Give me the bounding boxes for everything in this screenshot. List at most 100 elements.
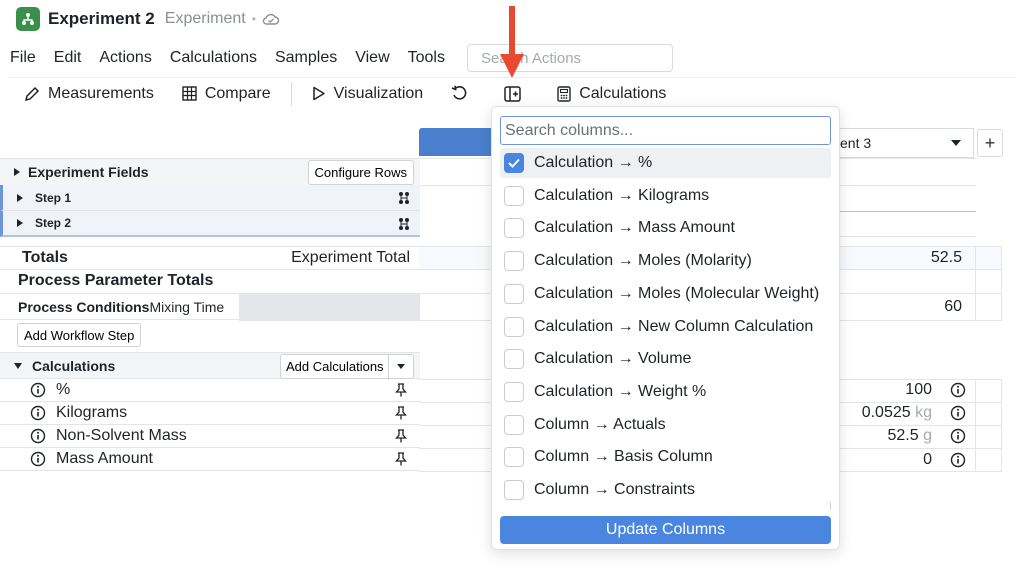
step-label: Step 1	[35, 190, 72, 205]
calculations-label: Calculations	[579, 84, 667, 102]
add-calculations-dropdown[interactable]	[388, 354, 414, 379]
pin-icon[interactable]	[395, 383, 407, 397]
mixing-time-label: Mixing Time	[149, 298, 225, 315]
caret-right-icon[interactable]	[17, 219, 23, 227]
calculations-button[interactable]: Calculations	[543, 78, 680, 110]
column-option[interactable]: Calculation → Mass Amount	[500, 213, 831, 243]
column-option[interactable]: Calculation → %	[500, 148, 831, 178]
info-icon[interactable]	[950, 405, 966, 421]
info-icon[interactable]	[950, 382, 966, 398]
menu-bar: File Edit Actions Calculations Samples V…	[0, 42, 463, 74]
checkbox[interactable]	[504, 480, 524, 500]
workflow-icon[interactable]	[397, 217, 411, 231]
column-option[interactable]: Calculation → Volume	[500, 344, 831, 374]
grid-line	[975, 246, 976, 320]
add-workflow-step-button[interactable]: Add Workflow Step	[17, 323, 142, 347]
caret-down-icon	[951, 140, 961, 146]
column-option-label: Calculation → Volume	[534, 350, 692, 368]
column-option[interactable]: Column → Constraints	[500, 475, 831, 505]
column-option-label: Calculation → Moles (Molecular Weight)	[534, 284, 820, 302]
grid-line	[838, 236, 976, 237]
calculation-label: Non-Solvent Mass	[56, 427, 187, 444]
checkbox[interactable]	[504, 316, 524, 337]
checkbox[interactable]	[504, 447, 524, 468]
add-column-button[interactable]	[490, 78, 543, 110]
checkbox[interactable]	[504, 283, 524, 304]
search-actions-input[interactable]: Search Actions	[467, 44, 673, 72]
percent-value: 100	[905, 381, 932, 398]
checkbox[interactable]	[504, 349, 524, 370]
column-option[interactable]: Calculation → Weight %	[500, 377, 831, 407]
column-option[interactable]: Calculation → New Column Calculation	[500, 312, 831, 342]
grid-line	[975, 379, 976, 471]
checkbox[interactable]	[504, 185, 524, 206]
undo-button[interactable]	[437, 78, 490, 110]
column-option[interactable]: Calculation → Moles (Molecular Weight)	[500, 279, 831, 309]
menu-edit[interactable]: Edit	[54, 49, 82, 67]
measurements-button[interactable]: Measurements	[10, 78, 168, 110]
checkbox[interactable]	[504, 414, 524, 435]
column-option-label: Column → Actuals	[534, 415, 666, 433]
menu-actions[interactable]: Actions	[99, 49, 151, 67]
info-icon[interactable]	[30, 428, 46, 444]
scrollbar[interactable]	[830, 502, 831, 510]
configure-rows-button[interactable]: Configure Rows	[307, 160, 414, 185]
add-calculations-button[interactable]: Add Calculations	[280, 354, 390, 379]
totals-label: Totals	[22, 249, 68, 266]
checkbox[interactable]	[504, 251, 524, 272]
checkbox[interactable]	[504, 381, 524, 402]
process-parameter-totals-label: Process Parameter Totals	[18, 272, 214, 289]
menu-samples[interactable]: Samples	[275, 49, 337, 67]
update-columns-button[interactable]: Update Columns	[500, 516, 831, 544]
menu-calculations[interactable]: Calculations	[170, 49, 257, 67]
column-option[interactable]: Column → Actuals	[500, 410, 831, 440]
calculation-row: %	[0, 379, 420, 402]
step-row[interactable]: Step 1	[0, 185, 420, 211]
info-icon[interactable]	[950, 428, 966, 444]
pin-icon[interactable]	[395, 429, 407, 443]
visualization-button[interactable]: Visualization	[298, 78, 438, 110]
measurements-label: Measurements	[48, 84, 154, 102]
toolbar-divider	[290, 81, 292, 106]
info-icon[interactable]	[30, 451, 46, 467]
menu-file[interactable]: File	[10, 49, 36, 67]
compare-button[interactable]: Compare	[168, 78, 285, 110]
undo-icon	[451, 85, 467, 100]
menu-view[interactable]: View	[355, 49, 389, 67]
status-dot: •	[251, 12, 256, 26]
check-icon	[508, 158, 520, 168]
column-option[interactable]: Calculation → Moles (Molarity)	[500, 246, 831, 276]
add-experiment-button[interactable]: +	[977, 129, 1003, 157]
caret-down-icon[interactable]	[14, 362, 22, 369]
experiment-select[interactable]: ent 3	[838, 128, 974, 158]
caret-down-icon	[397, 364, 405, 369]
caret-right-icon[interactable]	[14, 168, 20, 176]
checkbox[interactable]	[504, 218, 524, 239]
selected-column-tab[interactable]	[419, 128, 499, 156]
info-icon[interactable]	[30, 405, 46, 421]
step-row[interactable]: Step 2	[0, 211, 420, 237]
pin-icon[interactable]	[395, 452, 407, 466]
pin-icon[interactable]	[395, 406, 407, 420]
column-picker-dropdown: Calculation → % Calculation → Kilograms Ca…	[491, 106, 840, 550]
table-icon	[182, 86, 197, 101]
calculations-header[interactable]: Calculations Add Calculations	[0, 352, 420, 379]
experiment-fields-header[interactable]: Experiment Fields Configure Rows	[0, 158, 420, 186]
column-option-label: Calculation → %	[534, 154, 653, 171]
column-option[interactable]: Column → Basis Column	[500, 442, 831, 472]
experiment-total-label: Experiment Total	[291, 249, 410, 266]
compare-label: Compare	[204, 84, 271, 102]
document-type: Experiment	[164, 10, 246, 27]
menu-tools[interactable]: Tools	[408, 49, 445, 67]
kilograms-unit: kg	[915, 404, 932, 421]
column-option[interactable]: Calculation → Kilograms	[500, 181, 831, 211]
caret-right-icon[interactable]	[17, 193, 23, 202]
calculation-label: %	[56, 381, 71, 398]
column-option-label: Calculation → New Column Calculation	[534, 317, 814, 335]
info-icon[interactable]	[950, 452, 966, 468]
info-icon[interactable]	[30, 382, 46, 398]
toolbar: Measurements Compare Visualization Calcu…	[10, 77, 1014, 109]
search-columns-input[interactable]	[500, 116, 831, 145]
workflow-icon[interactable]	[397, 191, 411, 205]
checkbox-checked[interactable]	[504, 153, 524, 173]
